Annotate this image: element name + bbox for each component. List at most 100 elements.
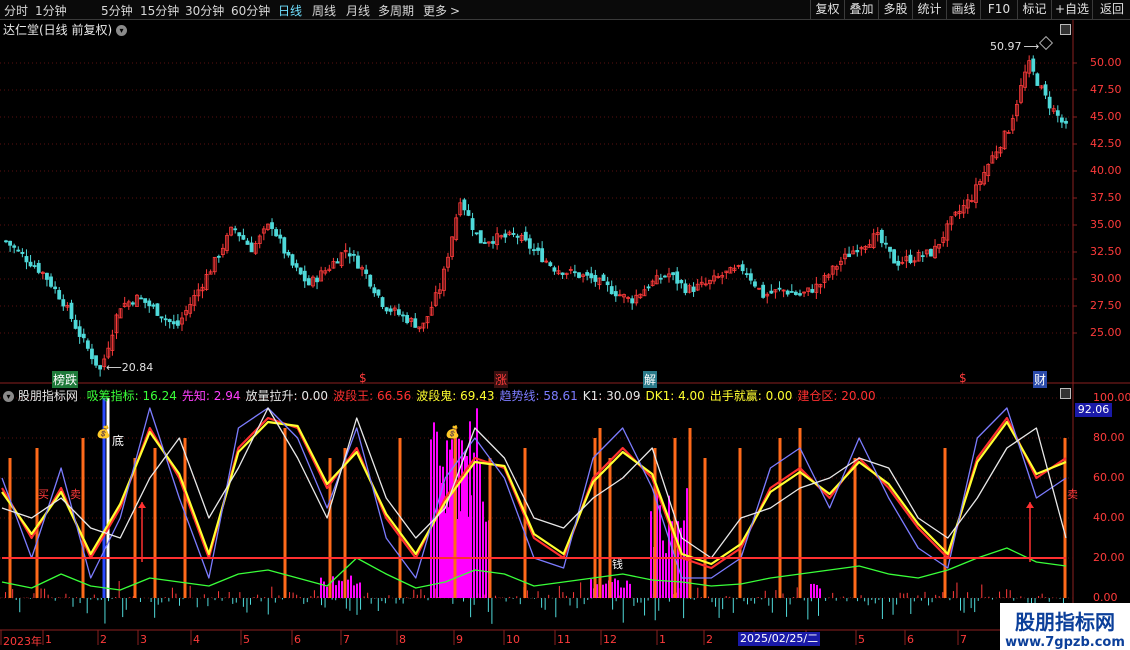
watermark-title: 股朋指标网 — [1015, 610, 1115, 634]
candle-body — [302, 270, 307, 282]
candle-body — [474, 232, 479, 235]
legend-value: 69.43 — [456, 389, 495, 403]
candle-body — [237, 232, 242, 237]
legend-label: K1: — [582, 389, 603, 403]
candle-body — [364, 269, 369, 274]
legend-label: 先知: — [181, 389, 210, 403]
candle-body — [49, 276, 53, 287]
date-tick-label: 5 — [243, 633, 250, 646]
accumulation-bar — [430, 439, 432, 598]
candle-body — [347, 253, 352, 257]
candle-body — [401, 314, 405, 317]
candlestick-series — [4, 55, 1068, 377]
candle-body — [491, 241, 495, 244]
signal-label: 榜跌 — [52, 371, 79, 388]
candle-body — [1043, 84, 1048, 96]
candle-body — [139, 297, 143, 300]
candle-body — [335, 261, 340, 264]
candle-body — [368, 274, 373, 287]
date-tick-label: 11 — [557, 633, 571, 646]
candle-body — [683, 283, 688, 294]
legend-value: 20.00 — [837, 389, 876, 403]
indicator-maximize-icon[interactable] — [1060, 388, 1071, 399]
candle-body — [396, 309, 401, 315]
date-tick-label: 9 — [456, 633, 463, 646]
candle-body — [245, 240, 250, 245]
accumulation-bar — [433, 422, 435, 598]
legend-label: 波段王: — [333, 389, 374, 403]
candle-body — [216, 255, 221, 258]
accumulation-bar — [668, 495, 670, 598]
date-tick-label: 7 — [343, 633, 350, 646]
candle-body — [466, 210, 471, 216]
accumulation-bar — [347, 579, 349, 598]
candle-body — [81, 333, 86, 339]
accumulation-bar — [662, 540, 664, 598]
y-tick-label: 27.50 — [1090, 299, 1122, 312]
candle-body — [151, 304, 156, 307]
candle-body — [159, 316, 164, 319]
accumulation-bar — [813, 583, 815, 598]
candle-body — [85, 340, 90, 349]
candle-body — [511, 233, 516, 235]
candle-body — [278, 234, 283, 239]
candle-body — [388, 308, 393, 312]
candle-body — [740, 264, 745, 272]
indicator-legend-item: 建仓区: 20.00 — [797, 389, 875, 403]
candle-body — [28, 261, 33, 267]
candle-body — [61, 299, 66, 307]
accumulation-bar — [338, 580, 340, 598]
accumulation-bar — [356, 583, 358, 598]
candle-body — [884, 242, 888, 245]
candle-body — [753, 281, 757, 287]
accumulation-bar — [323, 581, 325, 598]
candle-body — [879, 229, 884, 244]
candle-body — [630, 298, 635, 304]
chevron-down-icon[interactable]: ▾ — [3, 391, 14, 402]
date-tick-label: 2 — [706, 633, 713, 646]
accumulation-bar — [626, 580, 628, 598]
indicator-line — [1, 407, 1067, 579]
money-bag-icon: 💰 — [445, 425, 460, 439]
candle-body — [769, 290, 774, 294]
accumulation-bar — [819, 588, 821, 598]
accumulation-bar — [665, 553, 667, 598]
candle-body — [16, 249, 21, 252]
candle-body — [675, 271, 680, 284]
indicator-legend-item: 吸筹指标: 16.24 — [87, 389, 177, 403]
panel-maximize-icon[interactable] — [1060, 24, 1071, 35]
signal-label: $ — [959, 371, 967, 385]
legend-label: 建仓区: — [797, 389, 838, 403]
accumulation-bar — [650, 511, 652, 598]
candle-body — [671, 272, 676, 276]
accumulation-bar — [458, 438, 460, 598]
indicator-y-tick-label: 80.00 — [1093, 431, 1125, 444]
candle-body — [552, 267, 557, 272]
legend-label: 放量拉升: — [245, 389, 298, 403]
candle-body — [1047, 96, 1052, 109]
chart-canvas — [0, 20, 1130, 645]
accumulation-bar — [341, 581, 343, 598]
candle-body — [69, 302, 74, 319]
candle-body — [470, 218, 475, 230]
candle-body — [1064, 120, 1068, 124]
candle-body — [540, 248, 545, 263]
signal-label: 财 — [1033, 371, 1048, 388]
accumulation-bar — [479, 461, 481, 598]
candle-body — [777, 287, 782, 290]
candle-body — [601, 274, 606, 281]
candle-body — [536, 247, 540, 251]
accumulation-bar — [623, 587, 625, 598]
legend-label: 趋势线: — [499, 389, 540, 403]
accumulation-bar — [446, 440, 448, 598]
candle-body — [482, 242, 487, 244]
date-tick-label: 6 — [294, 633, 301, 646]
accumulation-bar — [353, 585, 355, 598]
accumulation-bar — [473, 452, 475, 598]
candle-body — [36, 262, 41, 273]
candle-body — [405, 315, 409, 324]
candle-body — [572, 271, 577, 274]
date-tick-label: 7 — [960, 633, 967, 646]
candle-body — [577, 272, 581, 278]
candle-body — [20, 251, 25, 254]
